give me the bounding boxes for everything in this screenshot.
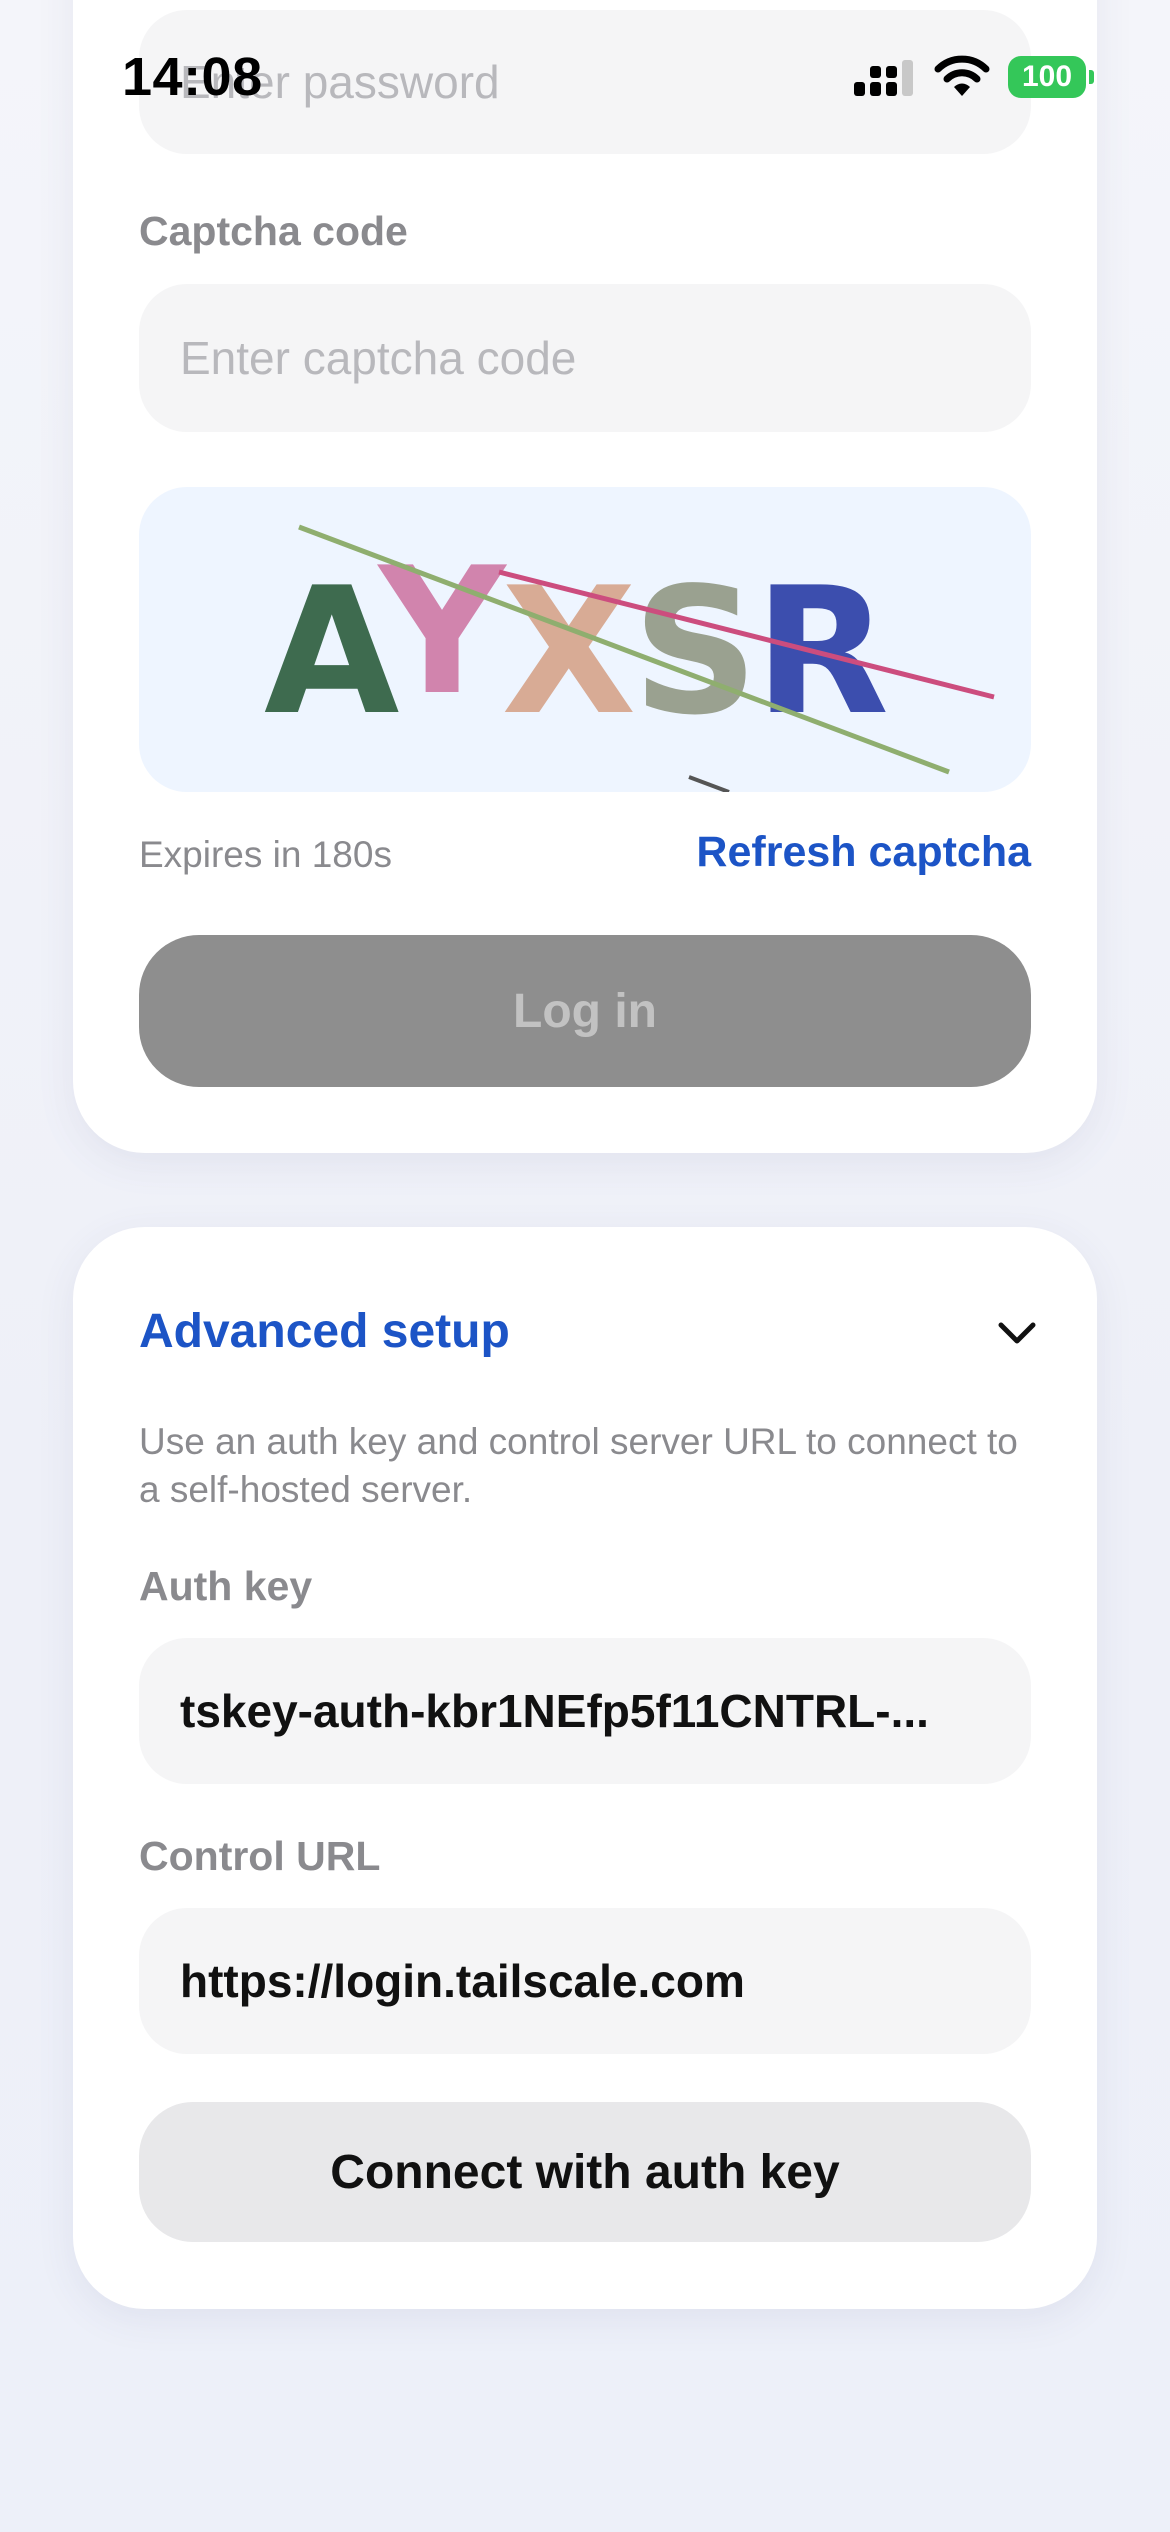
advanced-setup-description: Use an auth key and control server URL t…: [139, 1421, 1018, 1510]
captcha-graphic: AYXSR: [264, 524, 995, 792]
captcha-expiry: Expires in 180s: [139, 834, 392, 875]
auth-key-label: Auth key: [139, 1563, 313, 1609]
advanced-setup-title[interactable]: Advanced setup: [139, 1304, 510, 1359]
captcha-image: AYXSR: [139, 487, 1031, 792]
captcha-letters: AYXSR: [264, 531, 886, 754]
captcha-letter: S: [632, 551, 754, 754]
captcha-noise-line: [688, 775, 730, 792]
auth-key-field[interactable]: tskey-auth-kbr1NEfp5f11CNTRL-...: [139, 1638, 1031, 1784]
connect-auth-key-button[interactable]: Connect with auth key: [139, 2102, 1031, 2242]
captcha-label: Captcha code: [139, 208, 408, 254]
password-input[interactable]: [139, 10, 1031, 154]
login-button[interactable]: Log in: [139, 935, 1031, 1087]
captcha-input[interactable]: [139, 284, 1031, 432]
control-url-field[interactable]: https://login.tailscale.com: [139, 1908, 1031, 2054]
captcha-letter: X: [501, 551, 633, 754]
refresh-captcha-link[interactable]: Refresh captcha: [696, 828, 1031, 877]
control-url-label: Control URL: [139, 1833, 381, 1879]
chevron-down-icon[interactable]: [997, 1320, 1037, 1348]
